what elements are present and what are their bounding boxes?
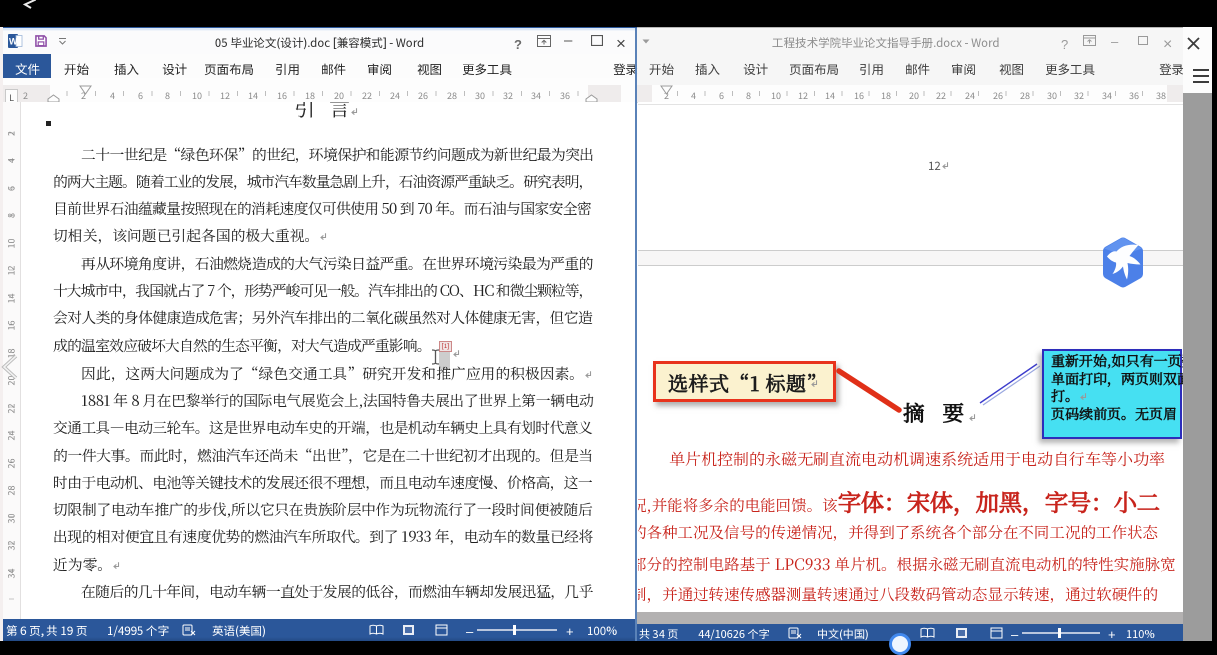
svg-text:W: W — [9, 37, 18, 47]
